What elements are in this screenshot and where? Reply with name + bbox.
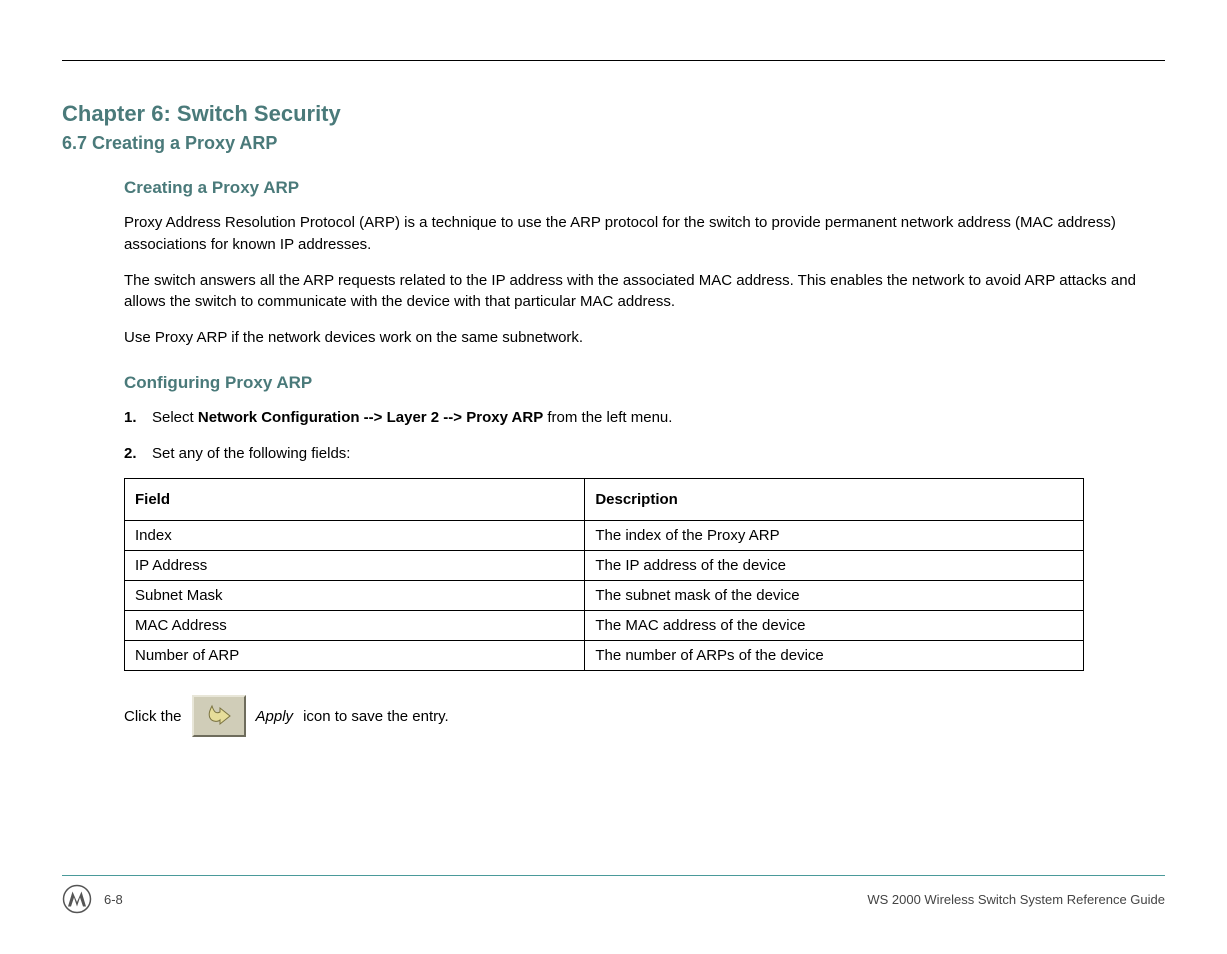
apply-text-suffix: icon to save the entry.: [303, 708, 449, 725]
step-2-number: 2.: [124, 443, 152, 465]
col-header-field: Field: [125, 479, 585, 521]
paragraph-2: The switch answers all the ARP requests …: [124, 270, 1165, 314]
subsection-heading: Configuring Proxy ARP: [124, 373, 1165, 393]
table-row: Number of ARP The number of ARPs of the …: [125, 641, 1084, 671]
step-2-text: Set any of the following fields:: [152, 443, 1165, 465]
paragraph-1: Proxy Address Resolution Protocol (ARP) …: [124, 212, 1165, 256]
table-row: Subnet Mask The subnet mask of the devic…: [125, 581, 1084, 611]
apply-instruction: Click the Apply icon to save the entry.: [124, 695, 1165, 737]
page-footer: 6-8 WS 2000 Wireless Switch System Refer…: [62, 875, 1165, 914]
step-1-text: Select Network Configuration --> Layer 2…: [152, 407, 1165, 429]
col-header-description: Description: [585, 479, 1084, 521]
step-1-text-c: from the left menu.: [543, 409, 672, 426]
cell-field: Number of ARP: [125, 641, 585, 671]
cell-description: The IP address of the device: [585, 551, 1084, 581]
apply-text-prefix: Click the: [124, 708, 182, 725]
section-number-title: 6.7 Creating a Proxy ARP: [62, 133, 1165, 154]
cell-field: MAC Address: [125, 611, 585, 641]
step-2: 2. Set any of the following fields:: [124, 443, 1165, 465]
cell-field: Subnet Mask: [125, 581, 585, 611]
step-1: 1. Select Network Configuration --> Laye…: [124, 407, 1165, 429]
cell-field: Index: [125, 521, 585, 551]
apply-arrow-icon: [206, 704, 232, 728]
paragraph-3: Use Proxy ARP if the network devices wor…: [124, 327, 1165, 349]
cell-description: The number of ARPs of the device: [585, 641, 1084, 671]
apply-button[interactable]: [192, 695, 246, 737]
table-row: MAC Address The MAC address of the devic…: [125, 611, 1084, 641]
header-rule: [62, 60, 1165, 61]
footer-rule: [62, 875, 1165, 876]
footer-page-number: 6-8: [104, 892, 123, 907]
step-1-text-a: Select: [152, 409, 198, 426]
apply-label: Apply: [256, 708, 294, 725]
step-1-menu-path: Network Configuration --> Layer 2 --> Pr…: [198, 409, 543, 426]
fields-table: Field Description Index The index of the…: [124, 478, 1084, 671]
cell-description: The subnet mask of the device: [585, 581, 1084, 611]
table-header-row: Field Description: [125, 479, 1084, 521]
motorola-logo-icon: [62, 884, 92, 914]
table-row: Index The index of the Proxy ARP: [125, 521, 1084, 551]
cell-field: IP Address: [125, 551, 585, 581]
chapter-title: Chapter 6: Switch Security: [62, 101, 1165, 127]
step-1-number: 1.: [124, 407, 152, 429]
section-heading: Creating a Proxy ARP: [124, 178, 1165, 198]
cell-description: The MAC address of the device: [585, 611, 1084, 641]
footer-doc-title: WS 2000 Wireless Switch System Reference…: [867, 892, 1165, 907]
cell-description: The index of the Proxy ARP: [585, 521, 1084, 551]
table-row: IP Address The IP address of the device: [125, 551, 1084, 581]
